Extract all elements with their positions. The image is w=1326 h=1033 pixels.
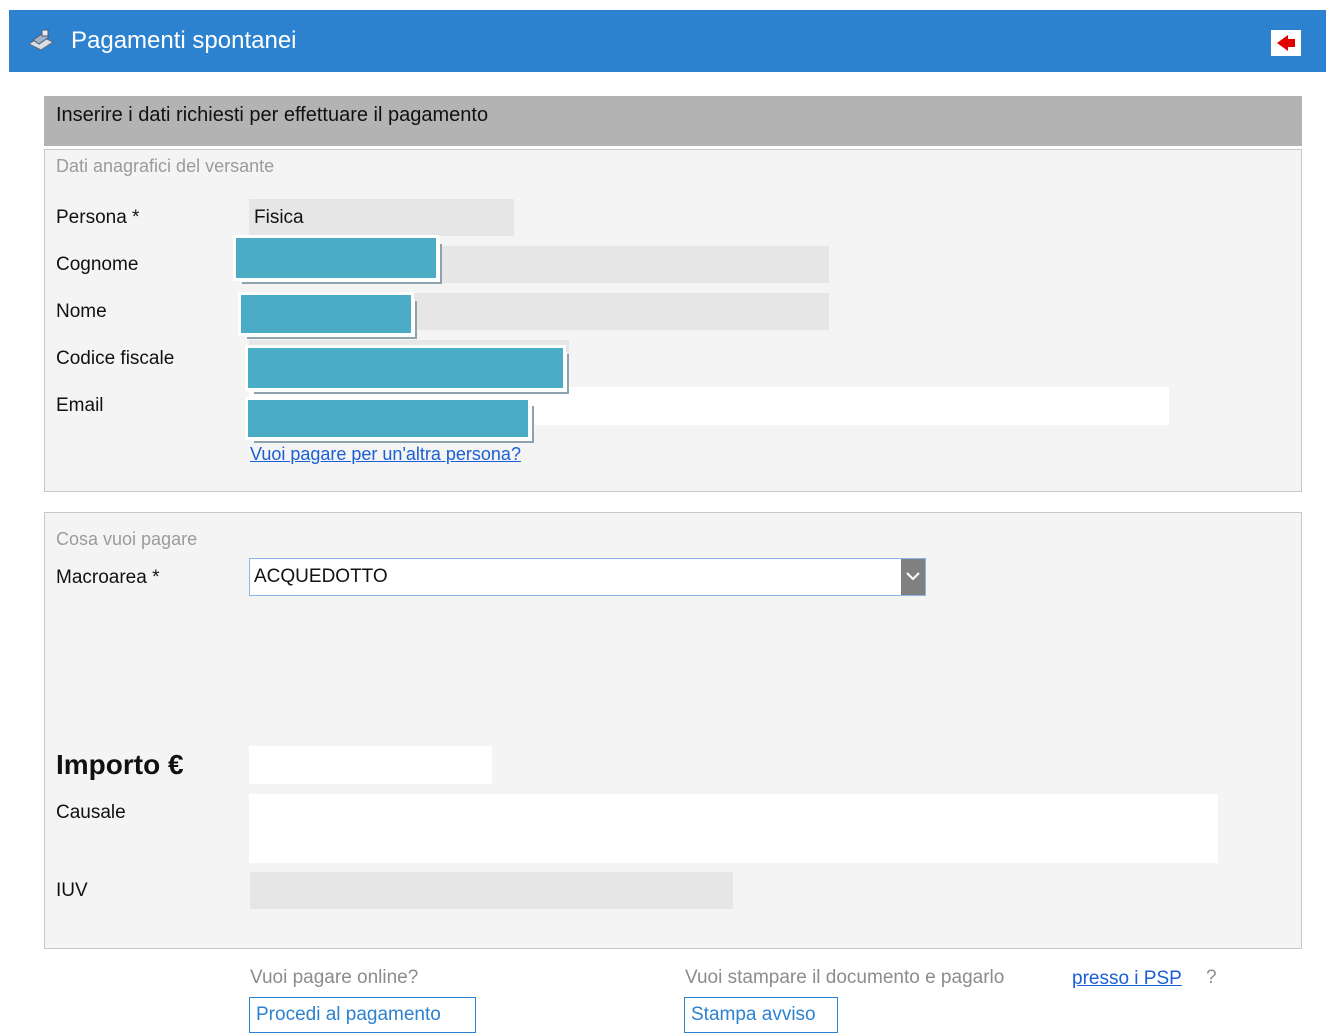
macroarea-label: Macroarea * bbox=[56, 567, 160, 588]
redacted-nome bbox=[238, 292, 414, 336]
procedi-pagamento-button[interactable]: Procedi al pagamento bbox=[249, 997, 476, 1033]
psp-link[interactable]: presso i PSP bbox=[1072, 968, 1182, 990]
persona-label: Persona * bbox=[56, 207, 140, 228]
page-title: Pagamenti spontanei bbox=[71, 27, 297, 54]
redacted-codice-fiscale bbox=[245, 345, 566, 391]
codice-fiscale-label: Codice fiscale bbox=[56, 348, 175, 369]
page-header: Pagamenti spontanei bbox=[9, 10, 1326, 72]
macroarea-select[interactable]: ACQUEDOTTO bbox=[249, 558, 926, 596]
cognome-label: Cognome bbox=[56, 254, 139, 275]
online-question: Vuoi pagare online? bbox=[250, 967, 419, 988]
redacted-email bbox=[245, 397, 531, 440]
print-question: Vuoi stampare il documento e pagarlo bbox=[685, 967, 1005, 988]
macroarea-value: ACQUEDOTTO bbox=[254, 566, 388, 587]
chevron-down-icon bbox=[906, 572, 920, 581]
email-label: Email bbox=[56, 395, 104, 416]
instructions-bar: Inserire i dati richiesti per effettuare… bbox=[44, 96, 1302, 146]
dropdown-toggle[interactable] bbox=[901, 559, 925, 595]
question-mark: ? bbox=[1206, 967, 1217, 988]
importo-label: Importo € bbox=[56, 749, 184, 780]
causale-field[interactable] bbox=[249, 794, 1218, 863]
causale-label: Causale bbox=[56, 802, 126, 823]
other-person-link[interactable]: Vuoi pagare per un'altra persona? bbox=[250, 444, 521, 465]
persona-value: Fisica bbox=[254, 207, 304, 228]
payer-section-title: Dati anagrafici del versante bbox=[56, 156, 275, 176]
redacted-cognome bbox=[233, 235, 439, 281]
importo-field[interactable] bbox=[249, 746, 492, 784]
persona-field[interactable]: Fisica bbox=[249, 199, 514, 236]
nome-label: Nome bbox=[56, 301, 107, 322]
stampa-avviso-button[interactable]: Stampa avviso bbox=[684, 997, 838, 1033]
payment-icon bbox=[28, 29, 54, 51]
back-button[interactable] bbox=[1271, 30, 1301, 56]
payment-section-title: Cosa vuoi pagare bbox=[56, 529, 198, 549]
back-arrow-icon bbox=[1277, 35, 1295, 51]
iuv-field bbox=[250, 872, 733, 909]
iuv-label: IUV bbox=[56, 880, 88, 901]
